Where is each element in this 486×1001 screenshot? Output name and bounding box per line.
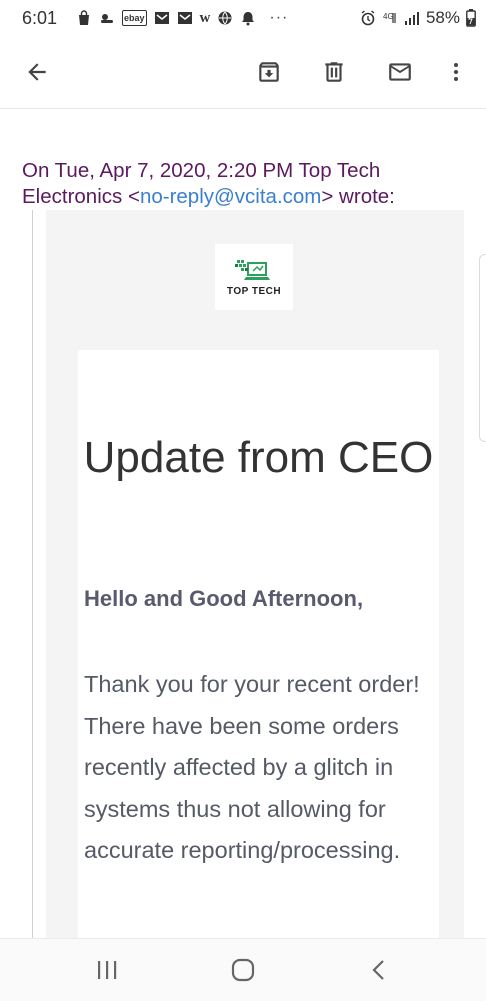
email-greeting: Hello and Good Afternoon, (84, 586, 364, 611)
battery-percent: 58% (425, 8, 460, 27)
sender-email-link[interactable]: no-reply@vcita.com (140, 185, 321, 208)
recent-apps-button[interactable] (92, 955, 122, 985)
message-card: Update from CEO Hello and Good Afternoon… (78, 350, 439, 938)
data-transfer-icon: 4G (383, 12, 396, 23)
archive-button[interactable] (249, 52, 289, 92)
quote-header: On Tue, Apr 7, 2020, 2:20 PM Top Tech El… (22, 158, 452, 210)
ebay-icon: ebay (122, 10, 147, 26)
weather-icon (101, 14, 113, 23)
archive-icon (259, 62, 279, 82)
status-time: 6:01 (22, 8, 58, 28)
back-icon (372, 960, 384, 980)
more-vert-icon (454, 63, 458, 81)
back-button[interactable] (17, 52, 57, 92)
laptop-logo-icon (235, 259, 270, 280)
quote-bar (32, 210, 33, 938)
alert-icon (242, 12, 255, 26)
notification-icons: ebay w ··· (76, 9, 288, 27)
recent-apps-icon (98, 961, 117, 979)
home-icon (231, 958, 255, 982)
mail-icon (389, 63, 411, 81)
nav-back-button[interactable] (364, 955, 394, 985)
more-notifications-icon: ··· (269, 9, 289, 26)
email-body: On Tue, Apr 7, 2020, 2:20 PM Top Tech El… (0, 108, 486, 938)
email-title: Update from CEO (83, 433, 434, 482)
delete-button[interactable] (314, 52, 354, 92)
more-options-button[interactable] (436, 52, 476, 92)
quote-suffix: > wrote: (321, 185, 395, 208)
gmail-icon (177, 12, 192, 24)
battery-icon (466, 9, 476, 27)
svg-text:4G: 4G (383, 12, 394, 21)
system-nav-bar (0, 938, 486, 1001)
email-body-text: Thank you for your recent order! There h… (84, 671, 420, 863)
company-logo: TOP TECH (215, 244, 293, 310)
scroll-handle[interactable] (479, 254, 486, 442)
back-arrow-icon (28, 63, 46, 81)
signal-icon (404, 12, 419, 25)
gmail-icon (154, 12, 169, 24)
alarm-icon (361, 10, 375, 26)
email-toolbar (0, 36, 486, 109)
system-status: 4G 58% (360, 8, 476, 28)
mark-unread-button[interactable] (380, 52, 420, 92)
globe-icon (218, 11, 232, 25)
w-icon: w (199, 9, 211, 26)
bag-icon (79, 10, 89, 25)
logo-text: TOP TECH (226, 285, 282, 297)
status-bar: 6:01 ebay w ··· 4G 58% (0, 0, 486, 36)
delete-icon (325, 62, 343, 82)
home-button[interactable] (228, 955, 258, 985)
